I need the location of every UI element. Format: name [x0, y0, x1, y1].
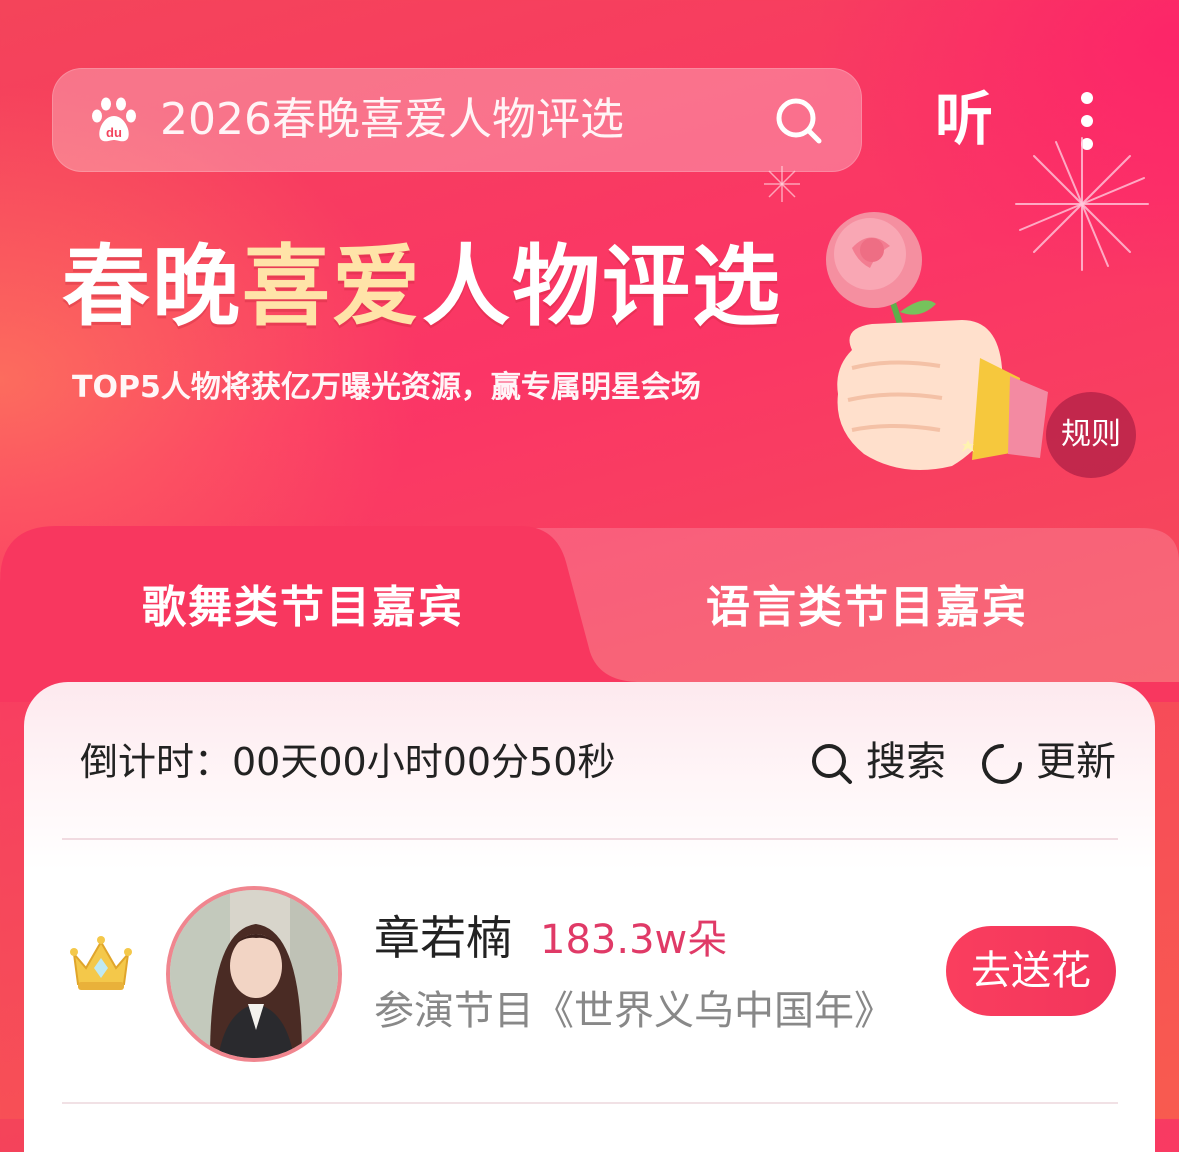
refresh-icon	[982, 744, 1022, 784]
rules-button[interactable]: 规则	[1046, 392, 1136, 478]
hand-rose-illustration	[826, 212, 1048, 470]
tab-language[interactable]: 语言类节目嘉宾	[706, 580, 1028, 636]
refresh-label: 更新	[1036, 739, 1116, 785]
crown-icon	[70, 936, 132, 990]
send-flower-button[interactable]: 去送花	[946, 926, 1116, 1016]
search-icon	[812, 744, 852, 784]
hero-subtitle: TOP5人物将获亿万曝光资源，赢专属明星会场	[72, 370, 701, 405]
refresh-button[interactable]: 更新	[980, 736, 1140, 788]
search-bar[interactable]: du 2026春晚喜爱人物评选	[52, 68, 862, 172]
hero-title: 春晚喜爱人物评选	[62, 235, 783, 338]
baidu-paw-icon: du	[92, 97, 136, 142]
countdown-timer: 倒计时：00天00小时00分50秒	[80, 740, 616, 784]
search-button[interactable]: 搜索	[810, 736, 960, 788]
sparkle-decoration	[764, 166, 800, 202]
flower-count: 183.3w朵	[540, 917, 728, 963]
search-label: 搜索	[866, 739, 946, 785]
avatar-portrait	[170, 890, 338, 1058]
search-query-text: 2026春晚喜爱人物评选	[160, 94, 624, 145]
avatar[interactable]	[166, 886, 342, 1062]
divider	[62, 838, 1118, 840]
entry-program: 参演节目《世界义乌中国年》	[374, 988, 894, 1034]
svg-text:du: du	[106, 125, 122, 140]
divider	[62, 1102, 1118, 1104]
entry-name: 章若楠	[374, 911, 512, 965]
tab-song-dance[interactable]: 歌舞类节目嘉宾	[142, 580, 464, 636]
listen-button[interactable]: 听	[935, 84, 993, 154]
search-icon[interactable]	[774, 96, 824, 146]
ranking-card: 倒计时：00天00小时00分50秒 搜索 更新 章若楠 183.3w朵 参演节目…	[24, 682, 1155, 1152]
